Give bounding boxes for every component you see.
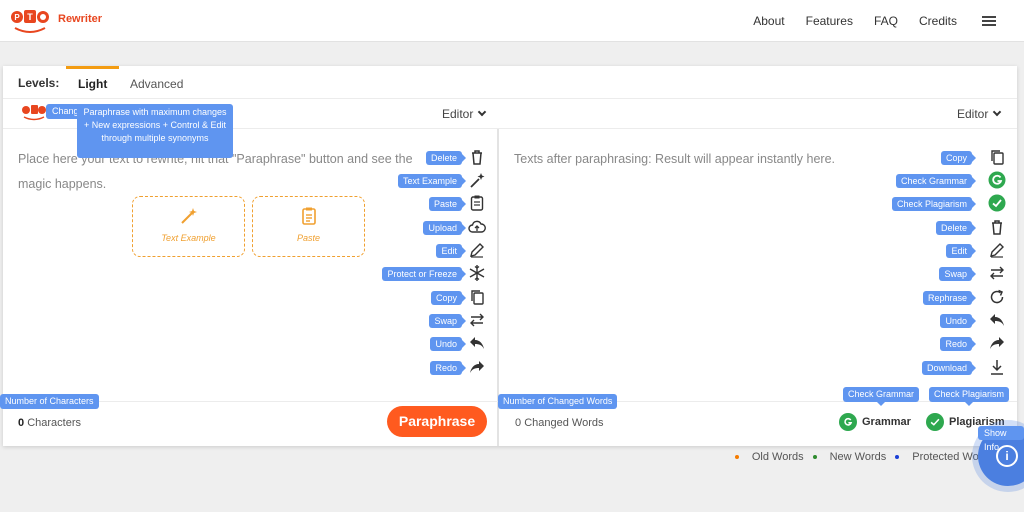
chip-rephrase: Rephrase [922, 291, 977, 305]
number-of-characters-chip: Number of Characters [0, 394, 99, 409]
levels-label: Levels: [18, 76, 60, 90]
paraphrase-button[interactable]: Paraphrase [387, 406, 487, 437]
chip-upload: Upload [423, 221, 466, 235]
chip-paste: Paste [428, 197, 467, 211]
svg-text:T: T [27, 12, 33, 22]
check-icon [926, 413, 944, 431]
chip-protect: Protect or Freeze [382, 267, 466, 281]
copy-icon[interactable] [988, 148, 1006, 166]
plagiarism-check-icon[interactable] [988, 194, 1006, 212]
chip-copy: Copy [430, 291, 467, 305]
chip-redo: Redo [430, 361, 466, 375]
chip-download: Download [921, 361, 977, 375]
pencil-icon[interactable] [988, 241, 1006, 259]
menu-icon[interactable] [982, 16, 996, 26]
clipboard-icon [301, 207, 316, 225]
chevron-down-icon [478, 107, 487, 117]
clipboard-icon[interactable] [468, 194, 486, 212]
chip-edit-right: Edit [946, 244, 976, 258]
snowflake-icon[interactable] [468, 264, 486, 282]
tab-advanced[interactable]: Advanced [130, 77, 183, 91]
chip-copy-right: Copy [940, 151, 977, 165]
changed-words-counter: 0 Changed Words [515, 417, 604, 429]
word-color-legend: Old Words New Words Protected Words [726, 451, 994, 463]
trash-icon[interactable] [468, 148, 486, 166]
pto-logo[interactable]: P T [10, 6, 50, 36]
editor-left-dropdown[interactable]: Editor [442, 107, 487, 121]
chip-check-plagiarism: Check Plagiarism [891, 197, 977, 211]
redo-icon[interactable] [468, 358, 486, 376]
grammar-button[interactable]: Grammar [839, 413, 911, 431]
svg-text:P: P [14, 13, 20, 22]
chip-redo-right: Redo [940, 337, 976, 351]
refresh-icon[interactable] [988, 288, 1006, 306]
nav-faq[interactable]: FAQ [874, 14, 898, 28]
chip-delete: Delete [425, 151, 467, 165]
chip-check-grammar: Check Grammar [895, 174, 977, 188]
info-icon: i [996, 445, 1018, 467]
chip-undo-right: Undo [940, 314, 976, 328]
text-example-quick-button[interactable]: Text Example [132, 196, 245, 257]
chip-swap: Swap [429, 314, 466, 328]
undo-icon[interactable] [988, 311, 1006, 329]
top-bar: P T Rewriter About Features FAQ Credits [0, 0, 1024, 42]
levels-bar: Levels: Light Advanced [3, 66, 1017, 99]
nav-about[interactable]: About [753, 14, 784, 28]
tab-light[interactable]: Light [78, 77, 107, 91]
pto-mini-logo [22, 105, 46, 121]
nav-features[interactable]: Features [806, 14, 853, 28]
trash-icon[interactable] [988, 218, 1006, 236]
grammar-check-icon[interactable] [988, 171, 1006, 189]
legend-new-words: New Words [812, 451, 886, 463]
nav-credits[interactable]: Credits [919, 14, 957, 28]
swap-icon[interactable] [468, 311, 486, 329]
chip-undo: Undo [430, 337, 466, 351]
number-of-changed-words-chip: Number of Changed Words [498, 394, 618, 409]
grammar-check-icon [839, 413, 857, 431]
output-text-area[interactable]: Texts after paraphrasing: Result will ap… [514, 147, 894, 172]
check-plagiarism-chip: Check Plagiarism [929, 387, 1010, 406]
editor-right-dropdown[interactable]: Editor [957, 107, 1002, 121]
chip-delete-right: Delete [935, 221, 977, 235]
chip-text-example: Text Example [397, 174, 467, 188]
cloud-upload-icon[interactable] [468, 218, 486, 236]
pencil-icon[interactable] [468, 241, 486, 259]
check-grammar-chip: Check Grammar [843, 387, 920, 406]
copy-icon[interactable] [468, 288, 486, 306]
chip-swap-right: Swap [939, 267, 976, 281]
redo-icon[interactable] [988, 334, 1006, 352]
paste-quick-button[interactable]: Paste [252, 196, 365, 257]
magic-wand-icon [180, 208, 197, 224]
brand-name: Rewriter [58, 13, 103, 25]
legend-old-words: Old Words [734, 451, 804, 463]
download-icon[interactable] [988, 358, 1006, 376]
swap-icon[interactable] [988, 264, 1006, 282]
magic-wand-icon[interactable] [468, 171, 486, 189]
character-counter: 0 Characters [18, 417, 81, 429]
active-tab-indicator [66, 66, 119, 69]
chevron-down-icon [993, 107, 1002, 117]
show-info-chip: Show Info [978, 426, 1024, 452]
main-nav: About Features FAQ Credits [753, 0, 1024, 42]
light-level-tooltip: Paraphrase with maximum changes + New ex… [77, 104, 233, 158]
chip-edit: Edit [436, 244, 466, 258]
undo-icon[interactable] [468, 334, 486, 352]
